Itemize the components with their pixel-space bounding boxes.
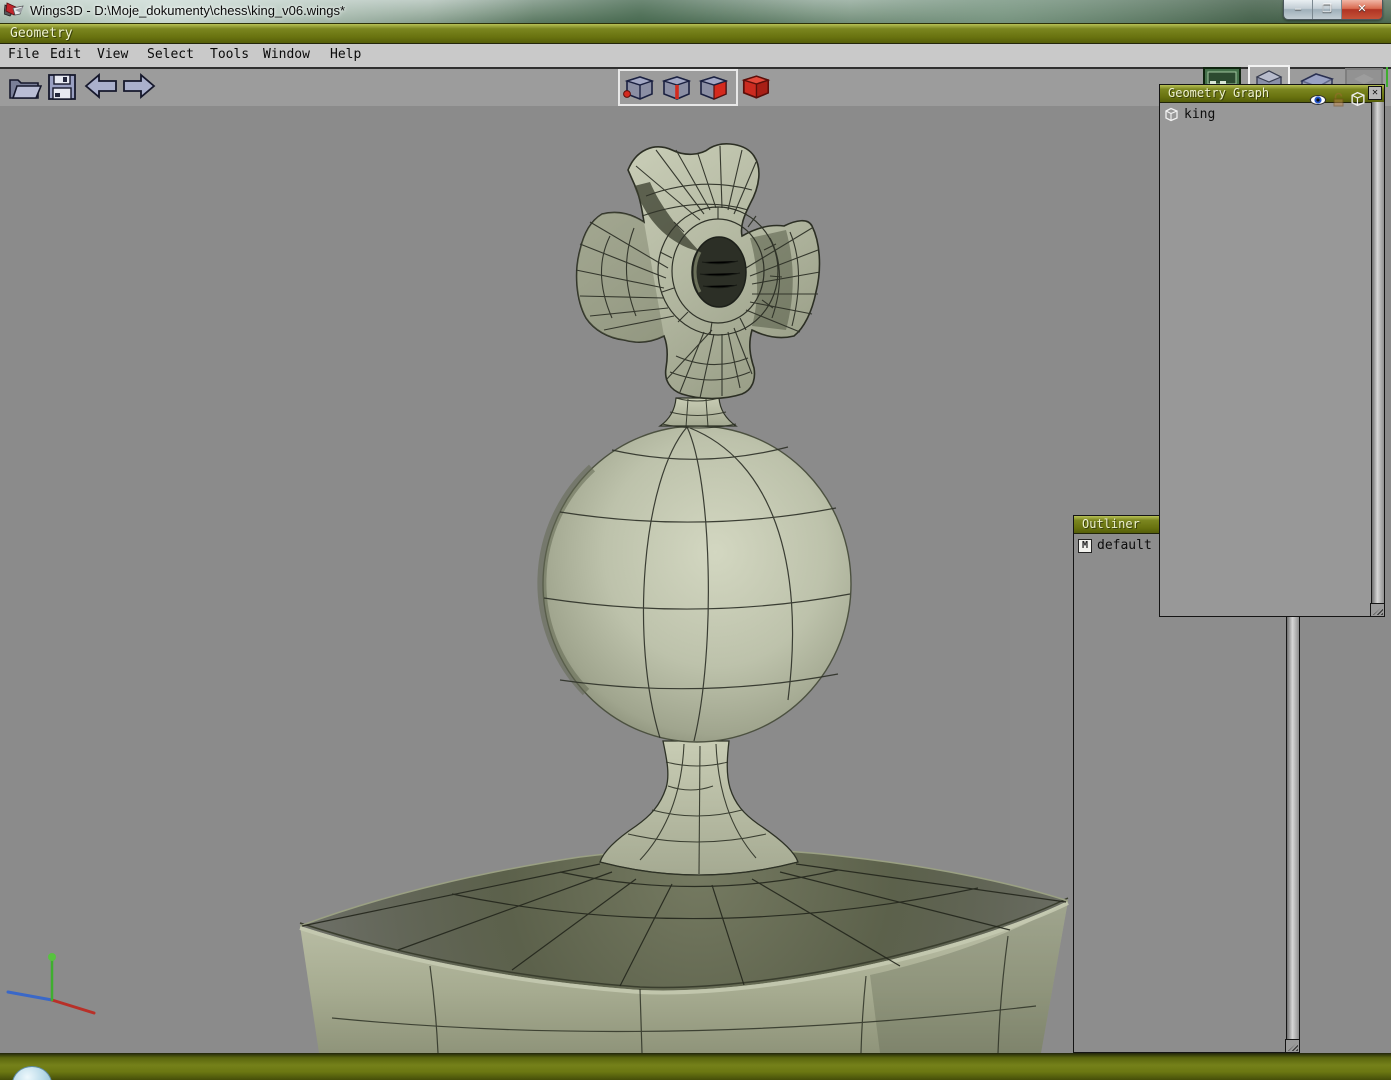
edge-mode-icon[interactable] <box>657 73 694 102</box>
window-controls: – ❐ ✕ <box>1283 0 1383 20</box>
menu-tools[interactable]: Tools <box>210 47 249 62</box>
menu-file[interactable]: File <box>8 47 39 62</box>
axis-indicator <box>8 953 94 1013</box>
menu-edit[interactable]: Edit <box>50 47 81 62</box>
model-sphere[interactable] <box>542 426 851 742</box>
maximize-button[interactable]: ❐ <box>1313 0 1342 19</box>
redo-arrow-icon[interactable] <box>122 72 156 102</box>
minimize-button[interactable]: – <box>1284 0 1313 19</box>
titlebar[interactable]: Wings3D - D:\Moje_dokumenty\chess\king_v… <box>0 0 1391 24</box>
outliner-title: Outliner <box>1082 517 1140 531</box>
geometry-graph-close-icon[interactable]: ✕ <box>1368 86 1382 100</box>
wire-cube-icon[interactable] <box>1350 91 1366 107</box>
menu-select[interactable]: Select <box>147 47 194 62</box>
window-title: Wings3D - D:\Moje_dokumenty\chess\king_v… <box>30 3 345 18</box>
geometry-graph-window: Geometry Graph ✕ king <box>1159 84 1385 617</box>
object-cube-icon <box>1164 107 1179 122</box>
close-button[interactable]: ✕ <box>1342 0 1382 19</box>
object-name-label: king <box>1184 107 1215 122</box>
geometry-graph-scrollbar[interactable] <box>1371 102 1384 603</box>
geometry-window-titlebar[interactable]: Geometry <box>0 23 1391 45</box>
vertex-mode-icon[interactable] <box>620 73 657 102</box>
wings3d-window: Wings3D - D:\Moje_dokumenty\chess\king_v… <box>0 0 1391 1080</box>
status-bar <box>0 1053 1391 1080</box>
outliner-row-default[interactable]: M default <box>1078 538 1152 553</box>
lock-unlocked-icon[interactable] <box>1332 92 1345 107</box>
menubar: File Edit View Select Tools Window Help <box>0 44 1391 69</box>
eye-visible-icon[interactable] <box>1309 93 1327 106</box>
selection-mode-group <box>618 69 738 106</box>
model-base[interactable] <box>300 849 1068 1053</box>
model-cross[interactable] <box>576 144 820 399</box>
object-row-icons <box>1309 91 1366 107</box>
face-mode-icon[interactable] <box>694 73 731 102</box>
geometry-graph-row-king[interactable]: king <box>1164 107 1215 122</box>
open-folder-icon[interactable] <box>8 72 42 102</box>
wings3d-logo-icon <box>4 2 24 21</box>
material-icon: M <box>1078 539 1092 553</box>
outliner-item-label: default <box>1097 538 1152 553</box>
save-icon[interactable] <box>46 72 78 102</box>
body-mode-icon[interactable] <box>737 71 773 102</box>
outliner-resize-grip[interactable] <box>1285 1039 1299 1052</box>
geometry-graph-title: Geometry Graph <box>1168 86 1269 100</box>
axes-glyph-icon <box>1384 65 1391 91</box>
geometry-graph-resize-grip[interactable] <box>1370 603 1384 616</box>
menu-window[interactable]: Window <box>263 47 310 62</box>
geometry-window-label: Geometry <box>10 26 73 41</box>
model-stem[interactable] <box>600 741 798 875</box>
menu-help[interactable]: Help <box>330 47 361 62</box>
undo-arrow-icon[interactable] <box>84 72 118 102</box>
model-neck[interactable] <box>660 398 736 428</box>
menu-view[interactable]: View <box>97 47 128 62</box>
status-orb-icon <box>12 1066 52 1080</box>
